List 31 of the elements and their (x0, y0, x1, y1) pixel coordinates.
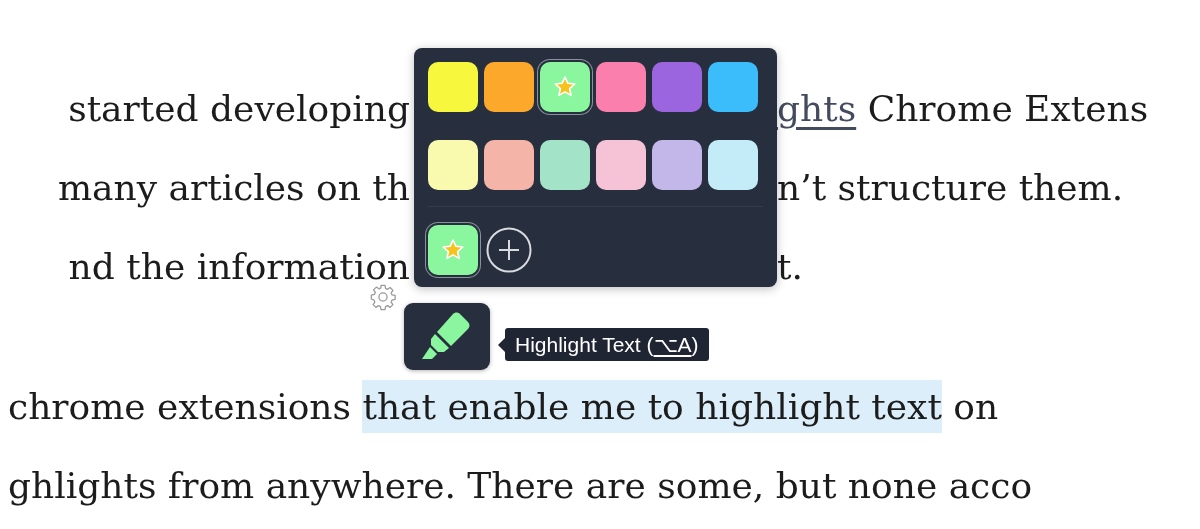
color-swatch[interactable] (428, 140, 478, 190)
color-swatch[interactable] (708, 140, 758, 190)
highlighted-text: that enable me to highlight text (362, 380, 942, 433)
text-span: chrome extensions (8, 386, 351, 427)
text-span: n’t structure them. (777, 167, 1124, 208)
color-swatch[interactable] (652, 62, 702, 112)
color-swatch[interactable] (428, 225, 478, 275)
highlight-button[interactable] (404, 303, 490, 370)
color-swatch[interactable] (596, 62, 646, 112)
text-span: ghlights from anywhere. There are some, but none acco (8, 465, 1033, 506)
color-swatch[interactable] (708, 62, 758, 112)
color-swatch[interactable] (484, 62, 534, 112)
color-swatch[interactable] (596, 140, 646, 190)
color-swatch[interactable] (540, 140, 590, 190)
text-span: many articles on th (57, 167, 410, 208)
color-swatch[interactable] (540, 62, 590, 112)
plus-icon (486, 227, 532, 273)
color-swatch[interactable] (652, 140, 702, 190)
color-swatch[interactable] (428, 62, 478, 112)
text-link[interactable]: ghts (777, 88, 857, 129)
tooltip: Highlight Text (⌥A) (505, 328, 709, 361)
text-span: started developing (68, 88, 410, 129)
text-span: Chrome Extens (867, 88, 1149, 129)
star-icon (441, 238, 465, 262)
text-span: on (953, 386, 999, 427)
text-span: t. (777, 246, 803, 287)
star-icon (553, 75, 577, 99)
settings-icon[interactable] (369, 283, 397, 311)
color-swatch[interactable] (484, 140, 534, 190)
add-color-button[interactable] (486, 227, 532, 273)
text-span: nd the information (68, 246, 410, 287)
